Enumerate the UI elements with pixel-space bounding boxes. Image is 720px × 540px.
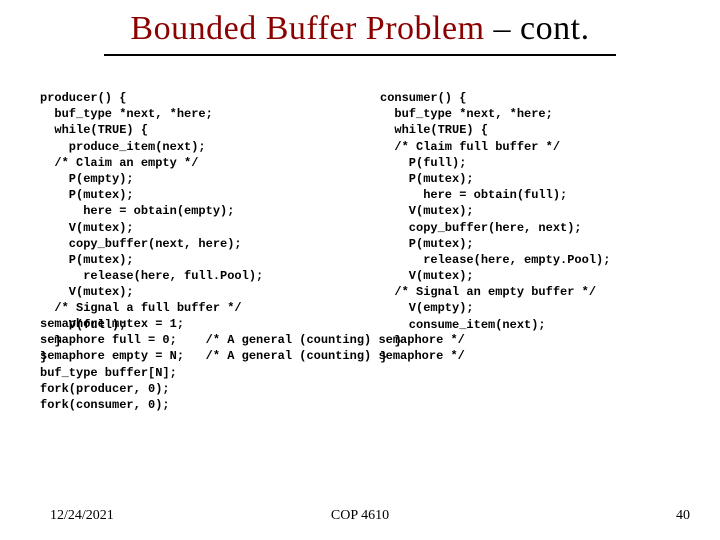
declarations-code: semaphore mutex = 1; semaphore full = 0;… bbox=[40, 316, 465, 413]
footer-page: 40 bbox=[676, 508, 690, 524]
title-main: Bounded Buffer Problem bbox=[130, 10, 484, 47]
footer-course: COP 4610 bbox=[331, 508, 389, 524]
footer: 12/24/2021 COP 4610 40 bbox=[0, 508, 720, 528]
footer-date: 12/24/2021 bbox=[50, 508, 114, 524]
slide-title: Bounded Buffer Problem – cont. bbox=[104, 10, 615, 56]
code-area: producer() { buf_type *next, *here; whil… bbox=[40, 90, 700, 480]
title-suffix: – cont. bbox=[485, 10, 590, 47]
title-wrap: Bounded Buffer Problem – cont. bbox=[0, 0, 720, 56]
slide: Bounded Buffer Problem – cont. producer(… bbox=[0, 0, 720, 540]
